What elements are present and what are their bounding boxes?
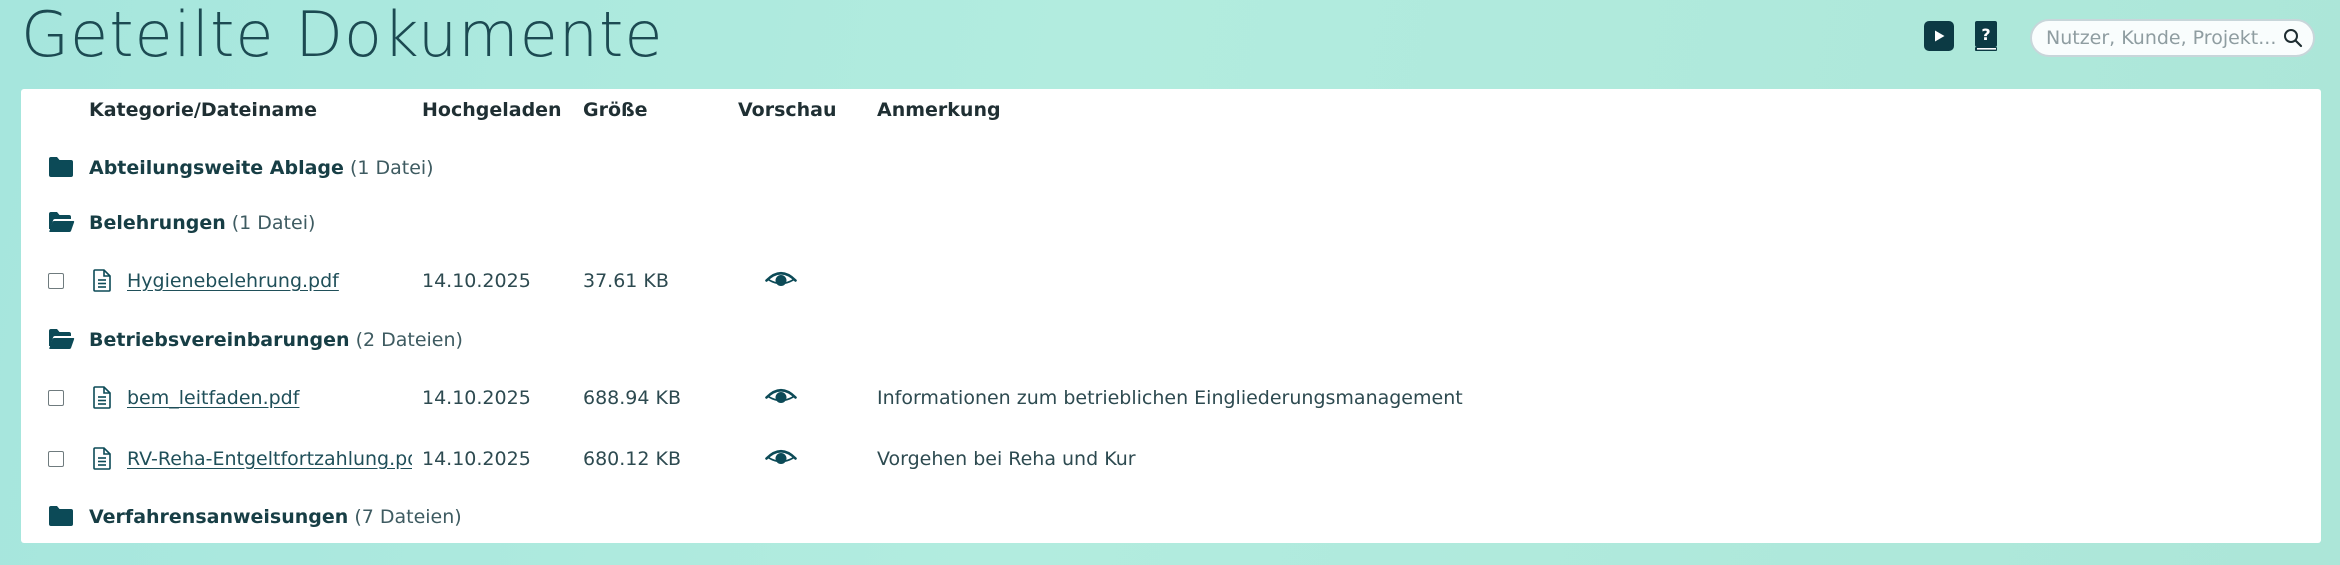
file-row: RV-Reha-Entgeltfortzahlung.pdf 14.10.202… (21, 436, 2321, 480)
column-header-name[interactable]: Kategorie/Dateiname (89, 99, 317, 121)
pdf-file-icon (93, 447, 111, 470)
category-row[interactable]: Belehrungen (1 Datei) (21, 200, 2321, 244)
folder-open-icon (49, 212, 75, 232)
help-button[interactable]: ? (1971, 21, 2001, 51)
file-row: bem_leitfaden.pdf 14.10.2025 688.94 KB I… (21, 375, 2321, 419)
play-video-icon (1935, 30, 1945, 42)
pdf-file-icon (93, 386, 111, 409)
category-name[interactable]: Belehrungen (1 Datei) (89, 212, 315, 234)
folder-closed-icon (49, 506, 73, 526)
file-note: Vorgehen bei Reha und Kur (877, 448, 1136, 470)
category-file-count: (2 Dateien) (355, 329, 463, 351)
category-file-count: (1 Datei) (349, 157, 434, 179)
folder-closed-icon (49, 157, 73, 177)
search-input[interactable] (2044, 26, 2280, 50)
search-icon[interactable] (2283, 28, 2303, 48)
documents-panel: Kategorie/Dateiname Hochgeladen Größe Vo… (21, 89, 2321, 543)
search-field[interactable] (2030, 19, 2315, 57)
file-select-checkbox[interactable] (48, 390, 64, 406)
file-name-link[interactable]: RV-Reha-Entgeltfortzahlung.pdf (127, 448, 412, 470)
category-file-count: (7 Dateien) (354, 506, 462, 528)
svg-text:?: ? (1981, 25, 1990, 44)
file-size: 37.61 KB (583, 270, 669, 292)
file-upload-date: 14.10.2025 (422, 270, 531, 292)
file-note: Informationen zum betrieblichen Einglied… (877, 387, 1463, 409)
category-row[interactable]: Verfahrensanweisungen (7 Dateien) (21, 494, 2321, 538)
file-row: Hygienebelehrung.pdf 14.10.2025 37.61 KB (21, 258, 2321, 302)
category-row[interactable]: Betriebsvereinbarungen (2 Dateien) (21, 317, 2321, 361)
file-name-link[interactable]: bem_leitfaden.pdf (127, 387, 412, 409)
page-title: Geteilte Dokumente (21, 0, 664, 71)
file-upload-date: 14.10.2025 (422, 448, 531, 470)
file-name-link[interactable]: Hygienebelehrung.pdf (127, 270, 412, 292)
file-size: 688.94 KB (583, 387, 682, 409)
help-book-icon: ? (1975, 21, 1997, 51)
category-file-count: (1 Datei) (231, 212, 316, 234)
column-header-size[interactable]: Größe (583, 99, 648, 121)
file-size: 680.12 KB (583, 448, 682, 470)
video-button[interactable] (1924, 21, 1954, 51)
eye-preview-icon[interactable] (765, 448, 797, 468)
category-row[interactable]: Abteilungsweite Ablage (1 Datei) (21, 145, 2321, 189)
file-select-checkbox[interactable] (48, 273, 64, 289)
eye-preview-icon[interactable] (765, 270, 797, 290)
folder-open-icon (49, 329, 75, 349)
pdf-file-icon (93, 269, 111, 292)
category-name[interactable]: Verfahrensanweisungen (7 Dateien) (89, 506, 462, 528)
column-header-note: Anmerkung (877, 99, 1001, 121)
column-header-uploaded[interactable]: Hochgeladen (422, 99, 562, 121)
file-select-checkbox[interactable] (48, 451, 64, 467)
file-upload-date: 14.10.2025 (422, 387, 531, 409)
column-header-preview: Vorschau (738, 99, 837, 121)
category-name[interactable]: Betriebsvereinbarungen (2 Dateien) (89, 329, 463, 351)
category-name[interactable]: Abteilungsweite Ablage (1 Datei) (89, 157, 434, 179)
eye-preview-icon[interactable] (765, 387, 797, 407)
